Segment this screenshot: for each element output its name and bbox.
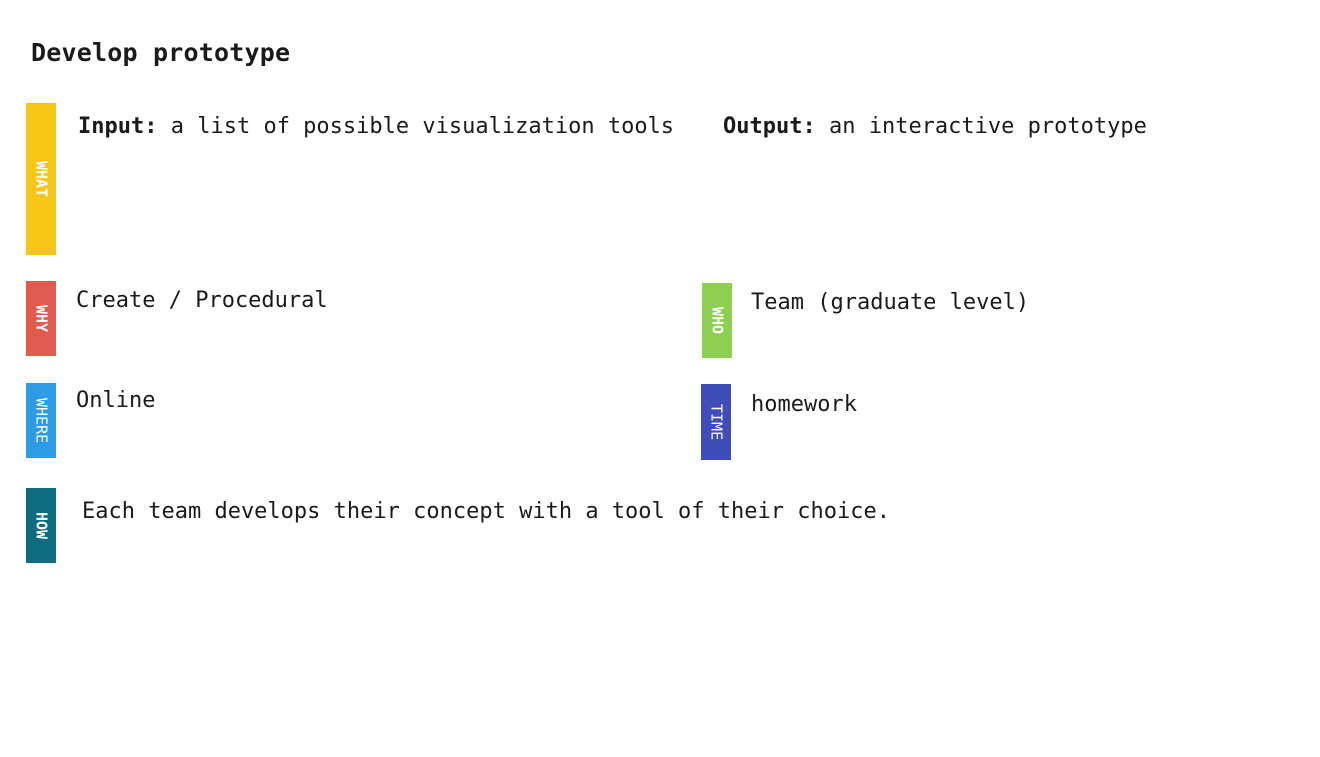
how-tag-label: HOW [32, 511, 51, 540]
who-tag: WHO [702, 283, 732, 358]
where-tag-label: WHERE [32, 397, 51, 444]
who-tag-label: WHO [708, 306, 727, 335]
time-tag: TIME [701, 384, 731, 460]
what-tag-label: WHAT [32, 160, 51, 198]
input-block: Input: a list of possible visualization … [78, 111, 678, 143]
output-text: an interactive prototype [828, 114, 1147, 139]
time-tag-label: TIME [707, 403, 726, 441]
why-text: Create / Procedural [76, 288, 328, 313]
why-tag: WHY [26, 281, 56, 356]
how-text: Each team develops their concept with a … [82, 499, 890, 524]
where-tag: WHERE [26, 383, 56, 458]
input-label: Input: [78, 114, 158, 139]
page-title: Develop prototype [31, 38, 291, 67]
output-block: Output: an interactive prototype [723, 111, 1147, 143]
what-tag: WHAT [26, 103, 56, 255]
how-tag: HOW [26, 488, 56, 563]
where-text: Online [76, 388, 156, 413]
why-tag-label: WHY [32, 304, 51, 333]
input-text: a list of possible visualization tools [170, 114, 675, 139]
output-label: Output: [723, 114, 816, 139]
who-text: Team (graduate level) [751, 290, 1030, 315]
time-text: homework [751, 392, 857, 417]
